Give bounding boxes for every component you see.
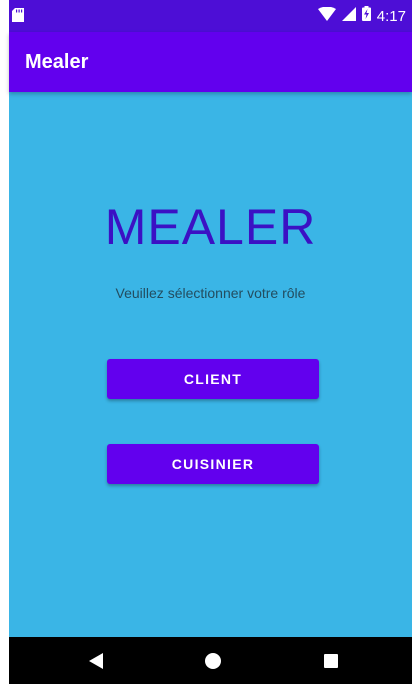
role-prompt: Veuillez sélectionner votre rôle: [115, 285, 306, 301]
status-bar: 4:17: [9, 0, 412, 32]
home-icon[interactable]: [201, 649, 225, 673]
sd-card-icon: [12, 8, 24, 27]
back-icon[interactable]: [84, 649, 108, 673]
main-content: MEALER Veuillez sélectionner votre rôle …: [9, 92, 412, 637]
navigation-bar: [9, 637, 412, 684]
battery-charging-icon: [361, 6, 371, 26]
client-button[interactable]: CLIENT: [107, 359, 319, 399]
app-title: Mealer: [25, 51, 89, 73]
wifi-icon: [317, 6, 336, 26]
status-icons: 4:17: [317, 6, 406, 26]
headline-title: MEALER: [104, 199, 317, 255]
status-time: 4:17: [376, 7, 406, 25]
cook-button[interactable]: CUISINIER: [107, 444, 319, 484]
app-screen: 4:17 Mealer MEALER Veuillez sélectionner…: [9, 0, 412, 684]
recents-icon[interactable]: [319, 649, 343, 673]
app-bar: Mealer: [9, 32, 412, 92]
signal-icon: [341, 6, 356, 26]
